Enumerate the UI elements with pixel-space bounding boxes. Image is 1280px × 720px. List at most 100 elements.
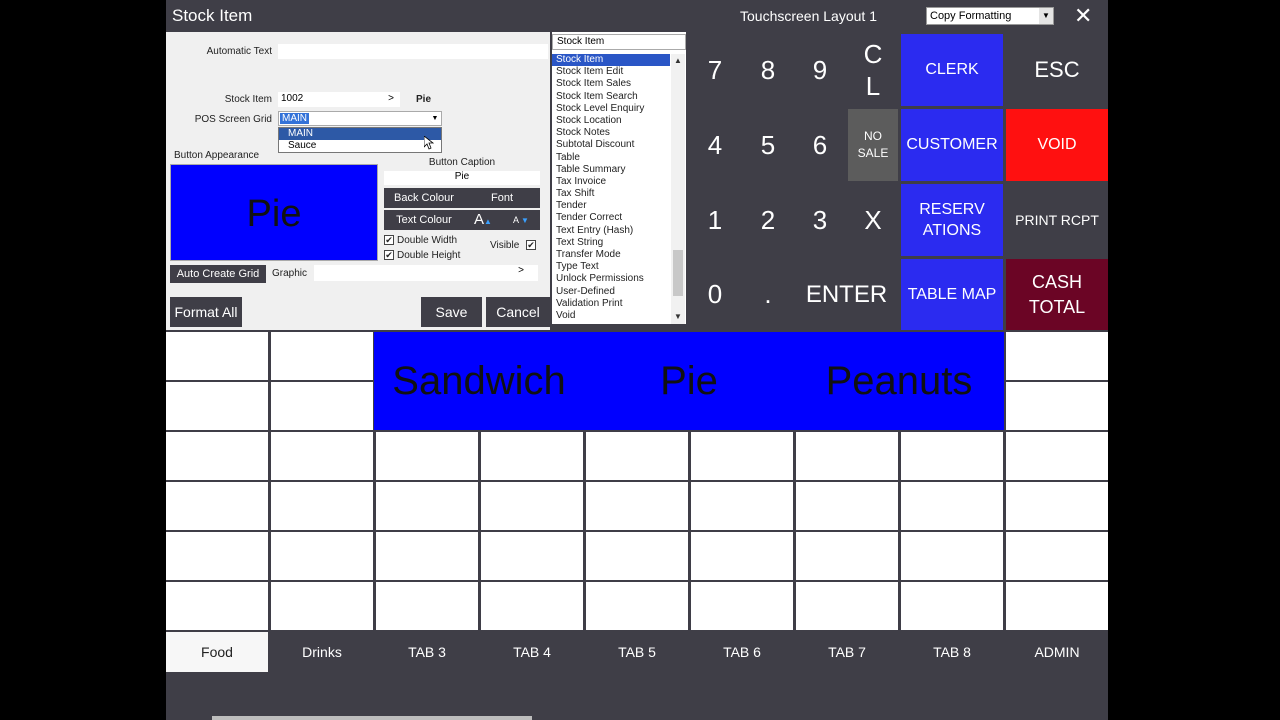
grid-cell[interactable] [271,482,373,530]
function-list-item[interactable]: Tax Shift [552,188,670,200]
grid-cell[interactable] [1006,532,1108,580]
key-x[interactable]: X [848,184,898,256]
function-list-item[interactable]: Subtotal Discount [552,139,670,151]
function-list-item[interactable]: Stock Notes [552,127,670,139]
tab-admin[interactable]: ADMIN [1006,632,1108,672]
table-map-button[interactable]: TABLE MAP [901,259,1003,330]
function-list-item[interactable]: Stock Item Search [552,91,670,103]
function-list-item[interactable]: Tender [552,200,670,212]
clerk-button[interactable]: CLERK [901,34,1003,106]
double-height-checkbox[interactable]: ✔ Double Height [384,250,460,261]
cash-total-button[interactable]: CASH TOTAL [1006,259,1108,330]
esc-button[interactable]: ESC [1006,34,1108,106]
format-all-button[interactable]: Format All [170,297,242,327]
stock-item-lookup-button[interactable]: > [388,93,394,104]
tab-tab-4[interactable]: TAB 4 [481,632,583,672]
tab-slot[interactable] [481,674,583,720]
sandwich-button[interactable]: Sandwich [374,332,584,430]
key-9[interactable]: 9 [795,34,845,106]
tab-slot[interactable] [691,674,793,720]
tab-tab-6[interactable]: TAB 6 [691,632,793,672]
grid-cell[interactable] [796,432,898,480]
grid-cell[interactable] [271,332,373,380]
function-list-item[interactable]: Type Text [552,261,670,273]
grid-cell[interactable] [1006,382,1108,430]
pos-grid-dropdown[interactable]: MAIN ▼ [278,111,442,126]
no-sale-button[interactable]: NO SALE [848,109,898,181]
grid-cell[interactable] [691,432,793,480]
function-list-item[interactable]: Text String [552,237,670,249]
function-list-item[interactable]: User-Defined [552,286,670,298]
print-receipt-button[interactable]: PRINT RCPT [1006,184,1108,256]
scroll-up-icon[interactable]: ▲ [671,54,685,68]
tab-slot[interactable] [271,674,373,720]
grid-cell[interactable] [166,482,268,530]
grid-cell[interactable] [691,582,793,630]
grid-cell[interactable] [796,532,898,580]
save-button[interactable]: Save [421,297,482,327]
grid-cell[interactable] [271,382,373,430]
grid-cell[interactable] [586,432,688,480]
key-2[interactable]: 2 [743,184,793,256]
tab-food[interactable]: Food [166,632,268,672]
function-list-header[interactable]: Stock Item [552,34,686,50]
tab-tab-5[interactable]: TAB 5 [586,632,688,672]
function-list-item[interactable]: Stock Location [552,115,670,127]
reservations-button[interactable]: RESERV ATIONS [901,184,1003,256]
enter-button[interactable]: ENTER [795,259,898,330]
grid-cell[interactable] [796,582,898,630]
auto-create-grid-button[interactable]: Auto Create Grid [170,265,266,283]
function-list-item[interactable]: Table Summary [552,164,670,176]
grid-cell[interactable] [691,532,793,580]
tab-slot[interactable] [376,674,478,720]
grid-cell[interactable] [1006,332,1108,380]
scrollbar-thumb[interactable] [673,250,683,296]
text-colour-button[interactable]: Text Colour [384,210,464,230]
stock-item-code-input[interactable]: 1002 > [278,92,400,107]
key-1[interactable]: 1 [690,184,740,256]
graphic-browse-button[interactable]: > [518,265,524,276]
grid-cell[interactable] [1006,582,1108,630]
pos-grid-option-main[interactable]: MAIN [279,128,441,140]
grid-cell[interactable] [901,482,1003,530]
function-list-item[interactable]: Stock Item Edit [552,66,670,78]
grid-cell[interactable] [586,582,688,630]
key-5[interactable]: 5 [743,109,793,181]
graphic-input[interactable]: > [314,265,538,281]
grid-cell[interactable] [901,532,1003,580]
key-6[interactable]: 6 [795,109,845,181]
tab-slot[interactable] [166,674,268,720]
font-shrink-button[interactable]: A ▼ [502,210,540,230]
grid-cell[interactable] [481,532,583,580]
grid-cell[interactable] [1006,432,1108,480]
cancel-button[interactable]: Cancel [486,297,550,327]
grid-cell[interactable] [166,532,268,580]
function-list-item[interactable]: Text Entry (Hash) [552,225,670,237]
function-list-item[interactable]: Table [552,152,670,164]
grid-cell[interactable] [271,582,373,630]
grid-cell[interactable] [271,432,373,480]
grid-cell[interactable] [166,332,268,380]
grid-cell[interactable] [376,432,478,480]
double-width-checkbox[interactable]: ✔ Double Width [384,235,457,246]
close-icon[interactable]: ✕ [1074,3,1092,29]
scroll-down-icon[interactable]: ▼ [671,310,685,324]
grid-cell[interactable] [166,382,268,430]
tab-slot[interactable] [1006,674,1108,720]
pie-button[interactable]: Pie [584,332,794,430]
grid-cell[interactable] [166,432,268,480]
grid-cell[interactable] [376,582,478,630]
font-grow-button[interactable]: A▲ [464,210,502,230]
button-caption-input[interactable]: Pie [384,171,540,185]
function-list-item[interactable]: Stock Level Enquiry [552,103,670,115]
tab-slot[interactable] [901,674,1003,720]
grid-cell[interactable] [901,582,1003,630]
grid-cell[interactable] [1006,482,1108,530]
tab-drinks[interactable]: Drinks [271,632,373,672]
peanuts-button[interactable]: Peanuts [794,332,1004,430]
function-list-item[interactable]: Tax Invoice [552,176,670,188]
function-list-item[interactable]: Void [552,310,670,322]
grid-cell[interactable] [691,482,793,530]
back-colour-button[interactable]: Back Colour [384,188,464,208]
tab-tab-8[interactable]: TAB 8 [901,632,1003,672]
